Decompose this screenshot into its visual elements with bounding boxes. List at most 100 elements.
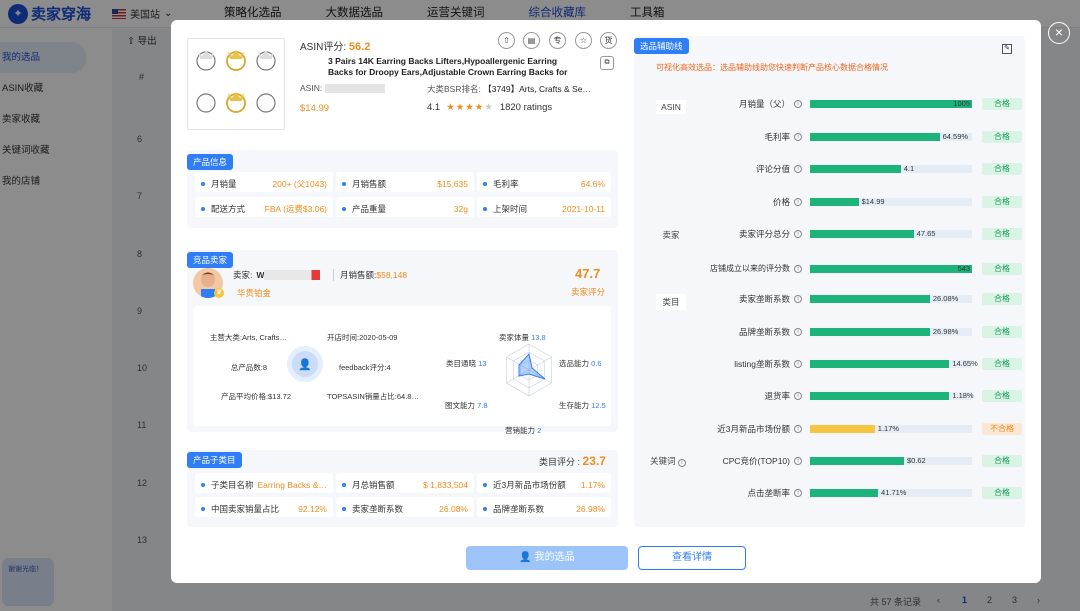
dedicated-icon[interactable]: 专 (549, 32, 566, 49)
seller-stat: 产品平均价格:$13.72 (220, 392, 291, 401)
earring-backs-image (196, 50, 276, 113)
subcat-item: 近3月新品市场份额 1.17% (483, 479, 605, 491)
info-icon[interactable]: i (794, 198, 802, 206)
info-icon[interactable]: i (794, 165, 802, 173)
seller-stat: feedback评分:4 (339, 363, 391, 372)
info-icon[interactable]: i (794, 100, 802, 108)
metric-bar: $0.62 (810, 456, 972, 465)
asin-redacted (324, 84, 385, 94)
metric-value: 14.65% (952, 359, 978, 368)
metric-bar-fill (810, 360, 950, 368)
metric-label: 卖家评分总分 (738, 229, 790, 239)
metric-value: 64.59% (942, 132, 969, 141)
my-selection-button[interactable]: 👤 我的选品 (466, 546, 628, 570)
view-details-button[interactable]: 查看详情 (638, 546, 746, 570)
info-icon[interactable]: i (794, 328, 802, 336)
metric-status-badge: 合格 (982, 98, 1022, 110)
metric-status-badge: 合格 (982, 263, 1022, 275)
info-item: 月销售额 $15,635 (342, 178, 468, 190)
compare-icon[interactable]: ⧉ (600, 56, 614, 70)
seller-level-icon: ♛ (214, 288, 224, 298)
metric-bar-fill (810, 100, 972, 108)
metric-value: 1.18% (952, 391, 974, 400)
seller-tag: 竞品卖家 (187, 252, 234, 268)
info-icon[interactable]: i (794, 457, 802, 465)
star-icon[interactable]: ☆ (575, 32, 592, 49)
metric-bar-fill (810, 295, 930, 303)
metric-bar-fill (810, 265, 972, 273)
subcat-item: 子类目名称 Earring Backs &… (201, 479, 327, 491)
user-icon: 👤 (519, 552, 532, 563)
metric-bar-fill (810, 392, 950, 400)
metric-value: 41.71% (881, 488, 907, 497)
metric-bar: 47.65 (810, 229, 972, 238)
product-title[interactable]: 3 Pairs 14K Earring Backs Lifters,Hypoal… (300, 56, 582, 78)
info-icon[interactable]: i (794, 392, 802, 400)
bsr-value: 【3749】Arts, Crafts & Se… (483, 84, 591, 94)
helper-tag: 选品辅助线 (634, 38, 689, 54)
radar-label: 营销能力 2 (505, 426, 542, 435)
subcategory-tag: 产品子类目 (187, 452, 242, 468)
helper-metric-row: 毛利率 i 64.59% 合格 (634, 131, 1022, 143)
metric-status-badge: 合格 (982, 131, 1022, 143)
seller-monthly-value: $58,148 (376, 270, 408, 280)
close-icon[interactable]: × (1048, 22, 1070, 44)
seller-monthly-row: 月销售额:$58,148 (333, 269, 407, 281)
seller-stat: 总产品数:8 (230, 363, 267, 372)
info-icon[interactable]: i (794, 489, 802, 497)
asin-score-label: ASIN评分: (300, 42, 347, 53)
info-icon[interactable]: i (794, 425, 802, 433)
subcategory-score-value: 23.7 (582, 454, 606, 468)
subcategory-score: 类目评分 : 23.7 (539, 454, 606, 468)
selection-helper-panel: 选品辅助线 ✎ 可视化高效选品：选品辅助线助您快速判断产品核心数据合格情况 AS… (634, 36, 1025, 527)
seller-name-redacted (264, 270, 321, 280)
metric-status-badge: 合格 (982, 293, 1022, 305)
info-icon[interactable]: i (794, 265, 802, 273)
metric-status-badge: 合格 (982, 228, 1022, 240)
metric-status-badge: 不合格 (982, 423, 1022, 435)
metric-label: 毛利率 (764, 132, 790, 142)
metric-label: CPC竞价(TOP10) (722, 456, 790, 466)
metric-bar: 14.65% (810, 359, 978, 368)
metric-bar-fill (810, 328, 930, 336)
helper-metric-row: 退货率 i 1.18% 合格 (634, 390, 1022, 402)
metric-bar: 4.1 (810, 164, 972, 173)
metric-status-badge: 合格 (982, 163, 1022, 175)
rating-row: 4.1 ★★★★★ 1820 ratings (427, 102, 552, 113)
product-image (187, 38, 285, 130)
subcategory-panel: 产品子类目 类目评分 : 23.7 子类目名称 Earring Backs &… … (187, 450, 618, 527)
radar-label: 选品能力 0.6 (559, 359, 602, 368)
info-icon[interactable]: i (794, 295, 802, 303)
radar-label: 生存能力 12.5 (559, 401, 606, 410)
seller-level: 华贵铂金 (237, 288, 272, 298)
source-icon[interactable]: 货 (600, 32, 617, 49)
edit-icon[interactable]: ✎ (1002, 44, 1012, 54)
product-info-panel: 产品信息 月销量 200+ (父1043) 月销售额 $15,635 毛利率 64.6… (187, 150, 618, 228)
info-icon[interactable]: i (794, 133, 802, 141)
metric-bar: 26.98% (810, 327, 972, 336)
metric-label: 近3月新品市场份额 (717, 424, 790, 434)
info-item: 上架时间 2021-10-11 (483, 203, 605, 215)
metric-status-badge: 合格 (982, 487, 1022, 499)
metric-bar: 41.71% (810, 488, 972, 497)
document-icon[interactable]: ▤ (523, 32, 540, 49)
asin-row: ASIN: (300, 83, 385, 94)
rating-value: 4.1 (427, 102, 441, 113)
info-icon[interactable]: i (794, 230, 802, 238)
seller-label: 卖家: (233, 270, 253, 280)
product-info-tag: 产品信息 (187, 154, 234, 170)
share-icon[interactable]: ⇧ (498, 32, 515, 49)
seller-stat: 主营大类:Arts, Crafts… (209, 333, 287, 342)
seller-radar-chart (506, 343, 552, 397)
radar-label: 卖家体量 13.8 (499, 333, 546, 342)
metric-label: 店铺成立以来的评分数 (710, 264, 790, 273)
product-price: $14.99 (300, 103, 330, 114)
metric-bar: 1005 (810, 99, 972, 108)
info-icon[interactable]: i (794, 360, 802, 368)
subcat-item: 品牌垄断系数 26.98% (483, 503, 605, 515)
subcat-item: 中国卖家销量占比 92.12% (201, 503, 327, 515)
product-detail-modal: ASIN评分: 56.2 ⇧ ▤ 专 ☆ 货 ⧉ 3 Pairs 14K Ear… (171, 20, 1041, 583)
helper-metric-row: 品牌垄断系数 i 26.98% 合格 (634, 326, 1022, 338)
seller-center-icon: 👤 (287, 346, 323, 382)
info-item: 产品重量 32g (342, 203, 468, 215)
